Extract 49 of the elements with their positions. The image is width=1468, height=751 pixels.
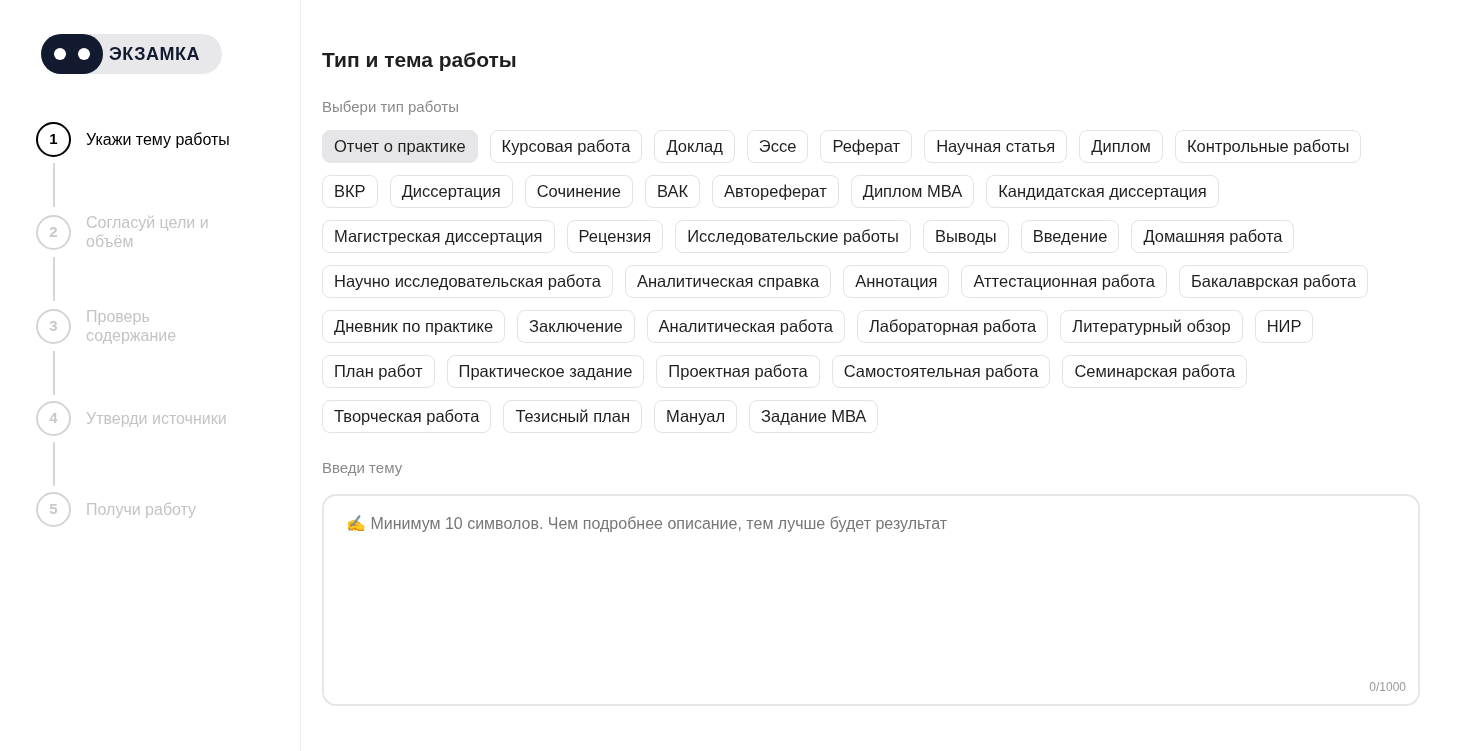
work-type-chip[interactable]: ВАК <box>645 175 701 208</box>
work-type-chip[interactable]: Научно исследовательская работа <box>322 265 613 298</box>
work-type-chip[interactable]: Творческая работа <box>322 400 492 433</box>
work-type-chip[interactable]: Кандидатская диссертация <box>986 175 1219 208</box>
work-type-chip[interactable]: План работ <box>322 355 435 388</box>
work-type-chip[interactable]: Курсовая работа <box>489 130 643 163</box>
work-type-chip[interactable]: Аналитическая работа <box>646 310 845 343</box>
work-type-chip[interactable]: Диплом МВА <box>850 175 975 208</box>
work-type-chip[interactable]: Доклад <box>654 130 735 163</box>
work-type-chip[interactable]: Аналитическая справка <box>624 265 832 298</box>
work-type-chip[interactable]: Отчет о практике <box>322 130 478 163</box>
section-label: Выбери тип работы <box>322 96 460 117</box>
step-number: 1 <box>36 122 71 157</box>
logo-text: ЭКЗАМКА <box>109 42 200 66</box>
work-type-chip[interactable]: Эссе <box>746 130 809 163</box>
work-type-chip[interactable]: Диссертация <box>389 175 513 208</box>
work-type-chip[interactable]: Введение <box>1020 220 1120 253</box>
work-type-chip[interactable]: Дневник по практике <box>322 310 506 343</box>
section-label: Введи тему <box>322 458 404 478</box>
work-type-chip[interactable]: Магистреская диссертация <box>322 220 555 253</box>
work-type-chip[interactable]: Тезисный план <box>503 400 642 433</box>
work-type-chip[interactable]: Бакалаврская работа <box>1178 265 1369 298</box>
work-type-chip[interactable]: Аттестационная работа <box>961 265 1167 298</box>
work-type-chip[interactable]: Лабораторная работа <box>856 310 1049 343</box>
work-type-chip[interactable]: Заключение <box>517 310 635 343</box>
work-type-chip[interactable]: Семинарская работа <box>1062 355 1248 388</box>
logo-eyes-icon <box>41 34 103 74</box>
work-type-chip[interactable]: Домашняя работа <box>1131 220 1295 253</box>
work-type-chip[interactable]: Автореферат <box>712 175 839 208</box>
work-type-chip[interactable]: Самостоятельная работа <box>831 355 1051 388</box>
work-type-chip[interactable]: Проектная работа <box>656 355 820 388</box>
work-type-chip[interactable]: Исследовательские работы <box>675 220 911 253</box>
character-counter: 0/1000 <box>1369 678 1406 696</box>
work-type-chip[interactable]: НИР <box>1254 310 1314 343</box>
work-type-chip[interactable]: Практическое задание <box>446 355 645 388</box>
work-type-chip[interactable]: Рецензия <box>566 220 664 253</box>
page-title: Тип и тема работы <box>322 47 518 73</box>
step-label[interactable]: Укажи тему работы <box>86 130 236 149</box>
work-type-chip[interactable]: Мануал <box>654 400 738 433</box>
work-type-chip[interactable]: Сочинение <box>524 175 633 208</box>
work-type-chip[interactable]: Аннотация <box>843 265 950 298</box>
work-type-chip[interactable]: Выводы <box>922 220 1009 253</box>
work-type-chip[interactable]: Контрольные работы <box>1174 130 1362 163</box>
work-type-chip[interactable]: ВКР <box>322 175 378 208</box>
work-type-chip[interactable]: Задание МВА <box>749 400 879 433</box>
work-type-chip[interactable]: Литературный обзор <box>1060 310 1243 343</box>
work-type-chip[interactable]: Научная статья <box>924 130 1068 163</box>
work-type-chip[interactable]: Диплом <box>1079 130 1163 163</box>
work-type-chip[interactable]: Реферат <box>820 130 913 163</box>
